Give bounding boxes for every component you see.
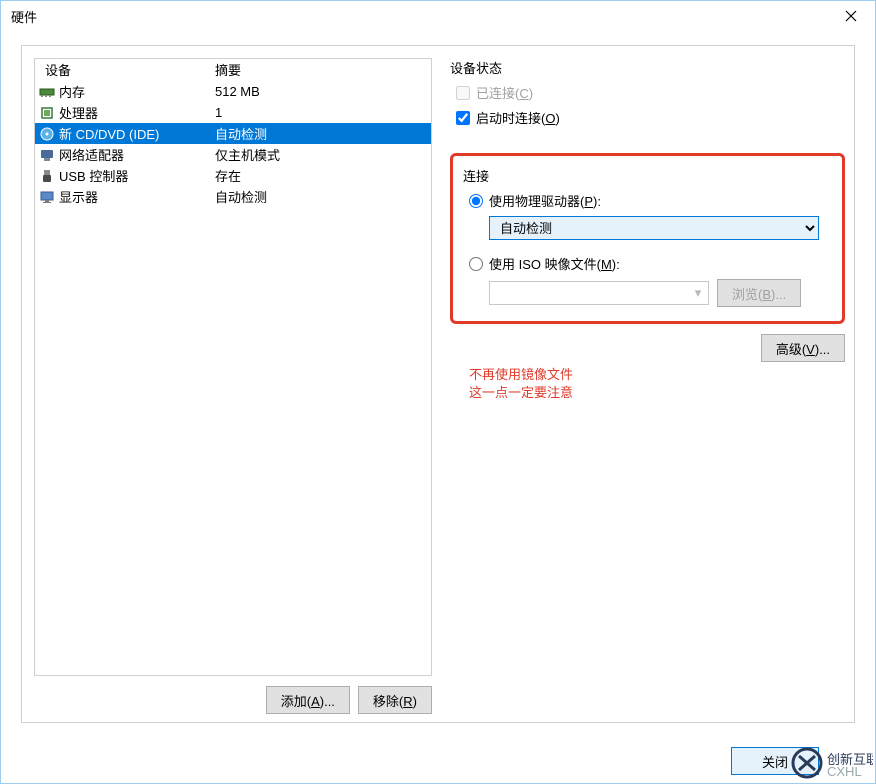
watermark-logo: 创新互联 CXHL [785,743,875,783]
content-frame: 设备 摘要 内存 512 MB 处理器 1 新 [21,45,855,723]
close-icon [845,10,857,22]
device-summary: 仅主机模式 [215,145,431,164]
display-icon [39,189,55,205]
close-button[interactable] [831,3,871,29]
connected-checkbox [456,86,470,100]
iso-input-wrap: ▾ [489,281,709,305]
window-title: 硬件 [11,7,37,26]
svg-text:CXHL: CXHL [827,764,862,779]
device-row-memory[interactable]: 内存 512 MB [35,81,431,102]
device-name: 显示器 [59,187,98,206]
device-row-display[interactable]: 显示器 自动检测 [35,186,431,207]
logo-icon: 创新互联 CXHL [787,744,873,782]
iso-file-radio[interactable] [469,257,483,271]
device-status-group: 设备状态 已连接(C) 启动时连接(O) [450,58,845,143]
device-name: 处理器 [59,103,98,122]
device-name: USB 控制器 [59,166,128,185]
memory-icon [39,84,55,100]
poweron-row: 启动时连接(O) [456,108,845,127]
physical-drive-row: 使用物理驱动器(P): [469,191,832,210]
hardware-dialog: 硬件 设备 摘要 内存 512 MB 处理器 [0,0,876,784]
physical-drive-dropdown[interactable]: 自动检测 [489,216,819,240]
device-list-header: 设备 摘要 [35,59,431,81]
device-name: 内存 [59,82,85,101]
iso-file-row: 使用 ISO 映像文件(M): [469,254,832,273]
iso-input-row: ▾ 浏览(B)... [489,279,832,307]
remove-button[interactable]: 移除(R) [358,686,432,714]
connected-label: 已连接(C) [476,83,533,102]
cpu-icon [39,105,55,121]
connection-group: 连接 使用物理驱动器(P): 自动检测 使用 ISO 映像文件(M): ▾ [450,153,845,324]
iso-file-label[interactable]: 使用 ISO 映像文件(M): [489,254,620,273]
cd-icon [39,126,55,142]
device-summary: 自动检测 [215,187,431,206]
physical-drive-radio[interactable] [469,194,483,208]
chevron-down-icon: ▾ [689,283,707,303]
right-panel: 设备状态 已连接(C) 启动时连接(O) 连接 使用物理驱动器(P): 自动检测 [450,58,845,362]
device-summary: 1 [215,105,431,120]
device-row-nic[interactable]: 网络适配器 仅主机模式 [35,144,431,165]
advanced-button[interactable]: 高级(V)... [761,334,845,362]
advanced-row: 高级(V)... [450,334,845,362]
device-row-cpu[interactable]: 处理器 1 [35,102,431,123]
poweron-label[interactable]: 启动时连接(O) [476,108,560,127]
device-summary: 存在 [215,166,431,185]
device-name: 网络适配器 [59,145,124,164]
device-summary: 自动检测 [215,124,431,143]
network-icon [39,147,55,163]
dialog-footer: 关闭 创新互联 CXHL [1,739,875,783]
physical-drive-label[interactable]: 使用物理驱动器(P): [489,191,601,210]
header-device: 设备 [35,60,215,79]
header-summary: 摘要 [215,60,431,79]
add-button[interactable]: 添加(A)... [266,686,350,714]
connection-legend: 连接 [463,166,832,185]
browse-button: 浏览(B)... [717,279,801,307]
device-row-cddvd[interactable]: 新 CD/DVD (IDE) 自动检测 [35,123,431,144]
iso-file-input [489,281,709,305]
device-summary: 512 MB [215,84,431,99]
connected-row: 已连接(C) [456,83,845,102]
device-list-buttons: 添加(A)... 移除(R) [34,686,432,714]
device-list-panel: 设备 摘要 内存 512 MB 处理器 1 新 [34,58,432,676]
annotation-text: 不再使用镜像文件 这一点一定要注意 [469,366,573,402]
poweron-checkbox[interactable] [456,111,470,125]
usb-icon [39,168,55,184]
device-row-usb[interactable]: USB 控制器 存在 [35,165,431,186]
device-status-legend: 设备状态 [450,58,845,77]
device-name: 新 CD/DVD (IDE) [59,124,159,143]
titlebar: 硬件 [1,1,875,31]
